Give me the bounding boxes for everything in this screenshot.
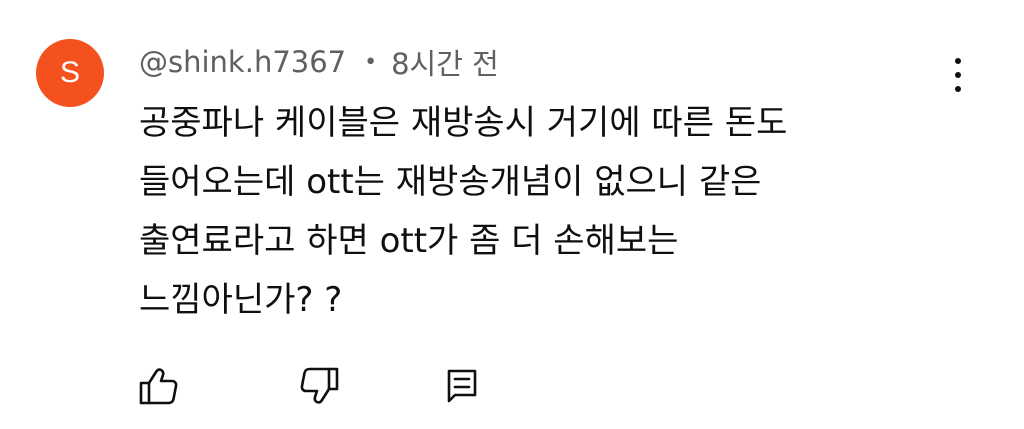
like-button[interactable] [136, 364, 180, 408]
comment-text-line: 들어오는데 ott는 재방송개념이 없으니 같은 [139, 162, 762, 202]
more-vertical-icon [955, 58, 961, 64]
thumbs-up-icon [139, 368, 178, 405]
thumbs-down-icon [300, 367, 339, 404]
more-vertical-icon-dot [955, 72, 961, 78]
more-vertical-icon-dot [955, 86, 961, 92]
author-name[interactable]: @shink.h7367 [139, 45, 346, 79]
comment-text: 공중파나 케이블은 재방송시 거기에 따른 돈도 들어오는데 ott는 재방송개… [139, 94, 899, 330]
more-options-button[interactable] [940, 55, 976, 95]
comment-text-line: 출연료라고 하면 ott가 좀 더 손해보는 [139, 221, 679, 261]
dislike-button[interactable] [298, 364, 342, 408]
comment-text-line: 느낌아닌가? ? [139, 280, 343, 320]
avatar-letter: S [59, 56, 80, 89]
comment-text-line: 공중파나 케이블은 재방송시 거기에 따른 돈도 [139, 103, 788, 143]
reply-comment-icon [447, 369, 477, 403]
avatar[interactable]: S [36, 39, 104, 107]
meta-separator: • [364, 49, 378, 75]
comment-timestamp: 8시간 전 [391, 47, 499, 81]
comment-header: @shink.h7367 • 8시간 전 [139, 42, 499, 82]
comment-item: S @shink.h7367 • 8시간 전 공중파나 케이블은 재방송시 거기… [0, 0, 1024, 429]
reply-button[interactable] [440, 364, 484, 408]
